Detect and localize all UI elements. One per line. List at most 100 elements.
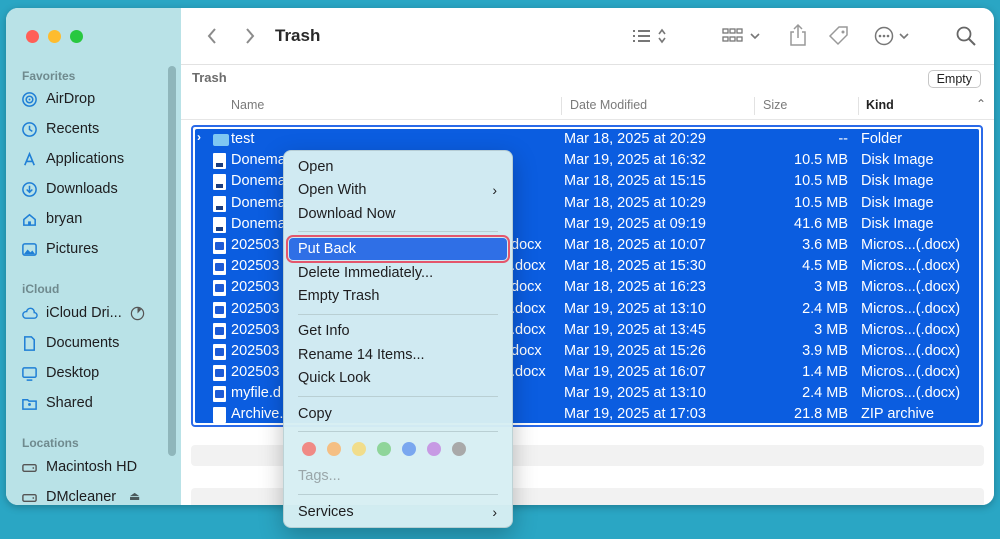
eject-icon[interactable]: ⏏ bbox=[129, 489, 140, 503]
minimize-button[interactable] bbox=[48, 30, 61, 43]
menu-item-label: Open With bbox=[298, 182, 367, 198]
file-date: Mar 18, 2025 at 20:29 bbox=[564, 131, 706, 147]
sidebar-section-icloud: iCloud bbox=[22, 282, 60, 296]
menu-item-copy[interactable]: Copy bbox=[289, 403, 507, 425]
sidebar-item-bryan[interactable]: bryan bbox=[20, 210, 82, 228]
sidebar-item-desktop[interactable]: Desktop bbox=[20, 364, 99, 382]
file-date: Mar 18, 2025 at 10:29 bbox=[564, 194, 706, 211]
menu-item-label: Services bbox=[298, 504, 354, 520]
list-view-icon[interactable] bbox=[631, 25, 673, 47]
file-kind: Micros...(.docx) bbox=[861, 300, 961, 317]
grid-view-icon[interactable] bbox=[721, 25, 765, 47]
airdrop-icon bbox=[20, 90, 38, 108]
home-icon bbox=[20, 210, 38, 228]
file-name-tail: .docx bbox=[511, 300, 546, 317]
sidebar-item-airdrop[interactable]: AirDrop bbox=[20, 90, 95, 108]
file-date: Mar 19, 2025 at 15:26 bbox=[564, 342, 706, 359]
column-kind[interactable]: Kind bbox=[866, 98, 894, 112]
file-name: 202503 bbox=[231, 258, 280, 275]
file-date: Mar 18, 2025 at 15:15 bbox=[564, 173, 706, 190]
file-name: Donema bbox=[231, 173, 286, 190]
sidebar-item-dmcleaner[interactable]: DMcleaner bbox=[20, 488, 116, 505]
sidebar-item-documents[interactable]: Documents bbox=[20, 334, 119, 352]
menu-item-label: Empty Trash bbox=[298, 288, 380, 304]
chevron-left-icon[interactable] bbox=[201, 24, 223, 48]
file-name: Archive. bbox=[231, 406, 284, 423]
sidebar-item-label: Pictures bbox=[46, 241, 99, 257]
sidebar-item-label: Recents bbox=[46, 121, 100, 137]
menu-item-rename[interactable]: Rename 14 Items... bbox=[289, 344, 507, 366]
search-icon[interactable] bbox=[954, 24, 978, 48]
column-divider[interactable] bbox=[754, 97, 755, 115]
menu-item-label: Put Back bbox=[298, 241, 357, 257]
close-button[interactable] bbox=[26, 30, 39, 43]
word-document-icon bbox=[213, 237, 227, 254]
menu-item-open-with[interactable]: Open With › bbox=[289, 179, 507, 201]
menu-item-open[interactable]: Open bbox=[289, 156, 507, 178]
file-kind: Disk Image bbox=[861, 173, 934, 190]
file-name: test bbox=[231, 131, 255, 147]
pictures-icon bbox=[20, 240, 38, 258]
sort-ascending-icon[interactable]: ⌃ bbox=[976, 97, 986, 111]
menu-item-delete-immediately[interactable]: Delete Immediately... bbox=[289, 262, 507, 284]
sidebar-item-pictures[interactable]: Pictures bbox=[20, 240, 98, 258]
sidebar-item-recents[interactable]: Recents bbox=[20, 120, 99, 138]
column-size[interactable]: Size bbox=[763, 98, 787, 112]
disk-icon bbox=[20, 488, 38, 505]
file-row[interactable]: › test Mar 18, 2025 at 20:29 -- Folder bbox=[195, 129, 979, 150]
sidebar-item-label: Documents bbox=[46, 335, 120, 351]
sidebar-item-shared[interactable]: Shared bbox=[20, 394, 93, 412]
file-name-tail: .docx bbox=[511, 258, 546, 275]
sidebar-scrollbar[interactable] bbox=[168, 66, 176, 456]
desktop-icon bbox=[20, 364, 38, 382]
file-date: Mar 18, 2025 at 10:07 bbox=[564, 236, 706, 253]
column-name[interactable]: Name bbox=[231, 98, 264, 112]
file-name-tail: .docx bbox=[511, 364, 546, 381]
file-name: 202503 bbox=[231, 236, 280, 253]
sidebar-item-icloud-drive[interactable]: iCloud Dri... bbox=[20, 304, 145, 322]
file-size: 10.5 MB bbox=[794, 173, 848, 190]
menu-item-quick-look[interactable]: Quick Look bbox=[289, 367, 507, 389]
tag-icon[interactable] bbox=[826, 23, 852, 49]
tag-color-dot[interactable] bbox=[402, 442, 416, 456]
share-icon[interactable] bbox=[786, 22, 810, 48]
tag-color-dot[interactable] bbox=[427, 442, 441, 456]
tag-color-dot[interactable] bbox=[327, 442, 341, 456]
column-date[interactable]: Date Modified bbox=[570, 98, 647, 112]
file-date: Mar 19, 2025 at 13:45 bbox=[564, 321, 706, 338]
tag-color-dot[interactable] bbox=[302, 442, 316, 456]
menu-item-services[interactable]: Services › bbox=[289, 501, 507, 523]
menu-item-empty-trash[interactable]: Empty Trash bbox=[289, 285, 507, 307]
column-divider[interactable] bbox=[858, 97, 859, 115]
word-document-icon bbox=[213, 259, 227, 276]
sidebar-item-macintosh-hd[interactable]: Macintosh HD bbox=[20, 458, 137, 476]
sidebar-item-applications[interactable]: Applications bbox=[20, 150, 124, 168]
more-icon[interactable] bbox=[873, 24, 917, 48]
file-date: Mar 19, 2025 at 13:10 bbox=[564, 385, 706, 402]
chevron-right-icon[interactable] bbox=[239, 24, 261, 48]
file-size: 3.6 MB bbox=[802, 236, 848, 253]
applications-icon bbox=[20, 150, 38, 168]
disclosure-triangle-icon[interactable]: › bbox=[197, 130, 201, 144]
disk-image-icon bbox=[213, 195, 227, 212]
column-divider[interactable] bbox=[561, 97, 562, 115]
chevron-right-icon: › bbox=[492, 182, 497, 198]
file-name: 202503 bbox=[231, 279, 280, 296]
sidebar-section-favorites: Favorites bbox=[22, 69, 76, 83]
menu-item-put-back[interactable]: Put Back bbox=[286, 235, 510, 263]
menu-item-get-info[interactable]: Get Info bbox=[289, 320, 507, 342]
tag-color-dot[interactable] bbox=[352, 442, 366, 456]
empty-trash-button[interactable]: Empty bbox=[927, 70, 981, 88]
tag-color-row bbox=[302, 442, 466, 456]
menu-item-tags[interactable]: Tags... bbox=[289, 465, 507, 487]
tag-color-dot[interactable] bbox=[452, 442, 466, 456]
window-title: Trash bbox=[275, 26, 321, 45]
file-size: 21.8 MB bbox=[794, 406, 848, 423]
window-controls bbox=[26, 30, 83, 43]
tag-color-dot[interactable] bbox=[377, 442, 391, 456]
file-kind: Disk Image bbox=[861, 194, 934, 211]
sidebar-item-downloads[interactable]: Downloads bbox=[20, 180, 118, 198]
word-document-icon bbox=[213, 365, 227, 382]
zoom-button[interactable] bbox=[70, 30, 83, 43]
menu-item-download-now[interactable]: Download Now bbox=[289, 203, 507, 225]
